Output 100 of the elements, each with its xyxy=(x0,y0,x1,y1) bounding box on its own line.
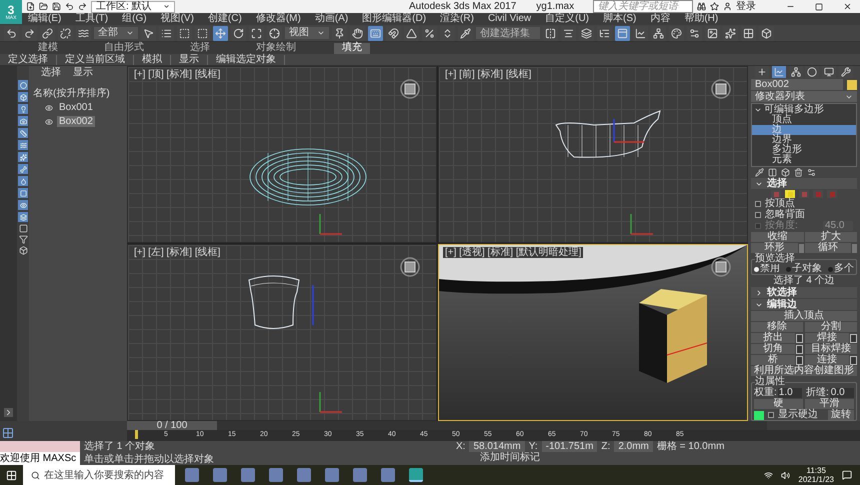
viewport-label[interactable]: [+] [前] [标准] [线框] xyxy=(443,69,534,80)
circle-filter-button[interactable] xyxy=(18,80,28,90)
panel-button[interactable]: 循环 xyxy=(804,243,851,253)
explorer-tab[interactable]: 显示 xyxy=(73,68,93,78)
stack-sub-item[interactable]: 元素 xyxy=(752,155,856,165)
panel-button[interactable]: 环形 xyxy=(751,243,798,253)
start-icon[interactable] xyxy=(6,470,17,480)
layout-icon[interactable] xyxy=(2,427,14,439)
workspace-dropdown[interactable]: 工作区: 默认 xyxy=(91,0,175,12)
checkbox[interactable] xyxy=(755,201,761,207)
layers-filter-button[interactable] xyxy=(18,212,28,222)
panel-button[interactable]: 硬 xyxy=(754,399,803,409)
menu-item[interactable]: 内容 xyxy=(650,14,670,24)
network-icon[interactable] xyxy=(764,470,774,480)
coordinate-field[interactable]: -101.751m xyxy=(542,441,598,452)
panel-button[interactable]: 扩大 xyxy=(804,232,857,242)
hand-button[interactable] xyxy=(350,26,365,40)
caret-icon[interactable] xyxy=(163,3,170,10)
checkbox[interactable] xyxy=(768,412,774,418)
box-select-button[interactable] xyxy=(195,26,210,40)
radio-button[interactable] xyxy=(828,266,833,272)
menu-item[interactable]: 图形编辑器(D) xyxy=(362,14,426,24)
radio-button[interactable] xyxy=(754,266,759,272)
wave-filter-button[interactable] xyxy=(18,140,28,150)
dropdown[interactable]: 全部 xyxy=(94,27,138,39)
square-filter-button[interactable] xyxy=(18,188,28,198)
box-filter-button[interactable] xyxy=(18,92,28,102)
panel-button[interactable]: 目标焊接 xyxy=(805,344,857,354)
eye-icon[interactable] xyxy=(45,118,53,126)
menu-item[interactable]: 修改器(M) xyxy=(256,14,301,24)
dropdown[interactable]: 视图 xyxy=(285,27,329,39)
eye-icon[interactable] xyxy=(45,104,53,112)
curve-tab[interactable] xyxy=(772,66,786,78)
curve-button[interactable] xyxy=(633,26,648,40)
panel-button[interactable] xyxy=(615,26,630,40)
pin-icon[interactable] xyxy=(755,168,764,177)
ruler-filter-button[interactable] xyxy=(18,128,28,138)
magnet-button[interactable] xyxy=(386,26,401,40)
panel-button[interactable]: 切角 xyxy=(751,344,795,354)
stack-sub-item[interactable]: 多边形 xyxy=(752,145,856,155)
view-cube-icon[interactable] xyxy=(400,79,420,99)
panel-button[interactable]: 焊接 xyxy=(805,333,849,343)
expand-icon[interactable] xyxy=(4,408,13,417)
explorer-tab[interactable]: 选择 xyxy=(41,68,61,78)
panel-button[interactable]: 分割 xyxy=(805,322,857,332)
image-button[interactable] xyxy=(705,26,720,40)
menu-item[interactable]: 脚本(S) xyxy=(603,14,636,24)
rollout-header[interactable]: 软选择 xyxy=(751,287,857,298)
color-swatch[interactable] xyxy=(754,410,764,420)
panel-button[interactable]: 平滑 xyxy=(805,399,854,409)
stack-item[interactable]: 可编辑多边形 xyxy=(752,105,856,115)
rotate-button[interactable] xyxy=(231,26,246,40)
column-header[interactable]: 名称(按升序排序) xyxy=(33,89,123,99)
coordinate-field[interactable]: 2.0mm xyxy=(614,441,653,452)
view-cube-icon[interactable] xyxy=(711,257,731,277)
radio-button[interactable] xyxy=(786,266,791,272)
menu-item[interactable]: 渲染(R) xyxy=(440,14,474,24)
number-field[interactable]: 1.0 xyxy=(778,388,802,398)
panel-button[interactable]: 利用所选内容创建图形 xyxy=(751,366,857,376)
object-row[interactable]: Box002 xyxy=(57,116,95,127)
coordinate-field[interactable]: 58.014mm xyxy=(469,441,525,452)
move-button[interactable] xyxy=(213,26,228,40)
menu-item[interactable]: 创建(C) xyxy=(208,14,242,24)
rollout-header[interactable]: 选择 xyxy=(751,178,857,189)
script-input-field[interactable] xyxy=(0,441,80,452)
binoculars-icon[interactable] xyxy=(697,2,706,11)
collapse-caret-icon[interactable] xyxy=(754,106,762,114)
filter-icon[interactable] xyxy=(18,235,28,244)
menu-item[interactable]: 工具(T) xyxy=(75,14,108,24)
ribbon-tab[interactable]: 自由形式 xyxy=(96,42,152,54)
rotate-button[interactable]: 旋转 xyxy=(828,410,854,420)
save-icon[interactable] xyxy=(52,2,61,11)
menu-item[interactable]: 动画(A) xyxy=(314,14,348,24)
circle-tab[interactable] xyxy=(805,66,820,78)
rollout-header[interactable]: 编辑边 xyxy=(751,299,857,310)
new-file-icon[interactable] xyxy=(26,2,35,11)
expand-caret-icon[interactable] xyxy=(755,288,763,296)
lightbulb-filter-button[interactable] xyxy=(18,104,28,114)
user-icon[interactable] xyxy=(723,2,732,11)
taskbar-search-field[interactable]: 在这里输入你要搜索的内容 xyxy=(23,465,175,485)
number-field[interactable]: 0.0 xyxy=(830,388,854,398)
object-row[interactable]: Box001 xyxy=(57,102,95,113)
viewport-label[interactable]: [+] [顶] [标准] [线框] xyxy=(132,69,222,80)
square-icon[interactable] xyxy=(18,224,28,233)
box-icon[interactable] xyxy=(18,246,28,255)
modifier-list-dropdown[interactable]: 修改器列表 xyxy=(751,91,857,102)
eye-filter-button[interactable] xyxy=(18,200,28,210)
mirror-button[interactable] xyxy=(543,26,558,40)
maximize-icon[interactable] xyxy=(815,2,823,10)
hierarchy-tab[interactable] xyxy=(788,66,803,78)
panel-button[interactable]: 插入顶点 xyxy=(751,311,857,321)
add-time-tag-button[interactable]: 添加时间标记 xyxy=(456,452,724,463)
trash-icon[interactable] xyxy=(794,168,803,177)
grid-button[interactable] xyxy=(741,26,756,40)
panel-button[interactable]: 移除 xyxy=(751,322,803,332)
monitor-tab[interactable] xyxy=(822,66,836,78)
box-icon[interactable] xyxy=(781,168,790,177)
sign-in-link[interactable]: 登录 xyxy=(736,0,766,14)
menu-item[interactable]: 视图(V) xyxy=(160,14,194,24)
object-name-field[interactable]: Box002 xyxy=(751,79,843,90)
